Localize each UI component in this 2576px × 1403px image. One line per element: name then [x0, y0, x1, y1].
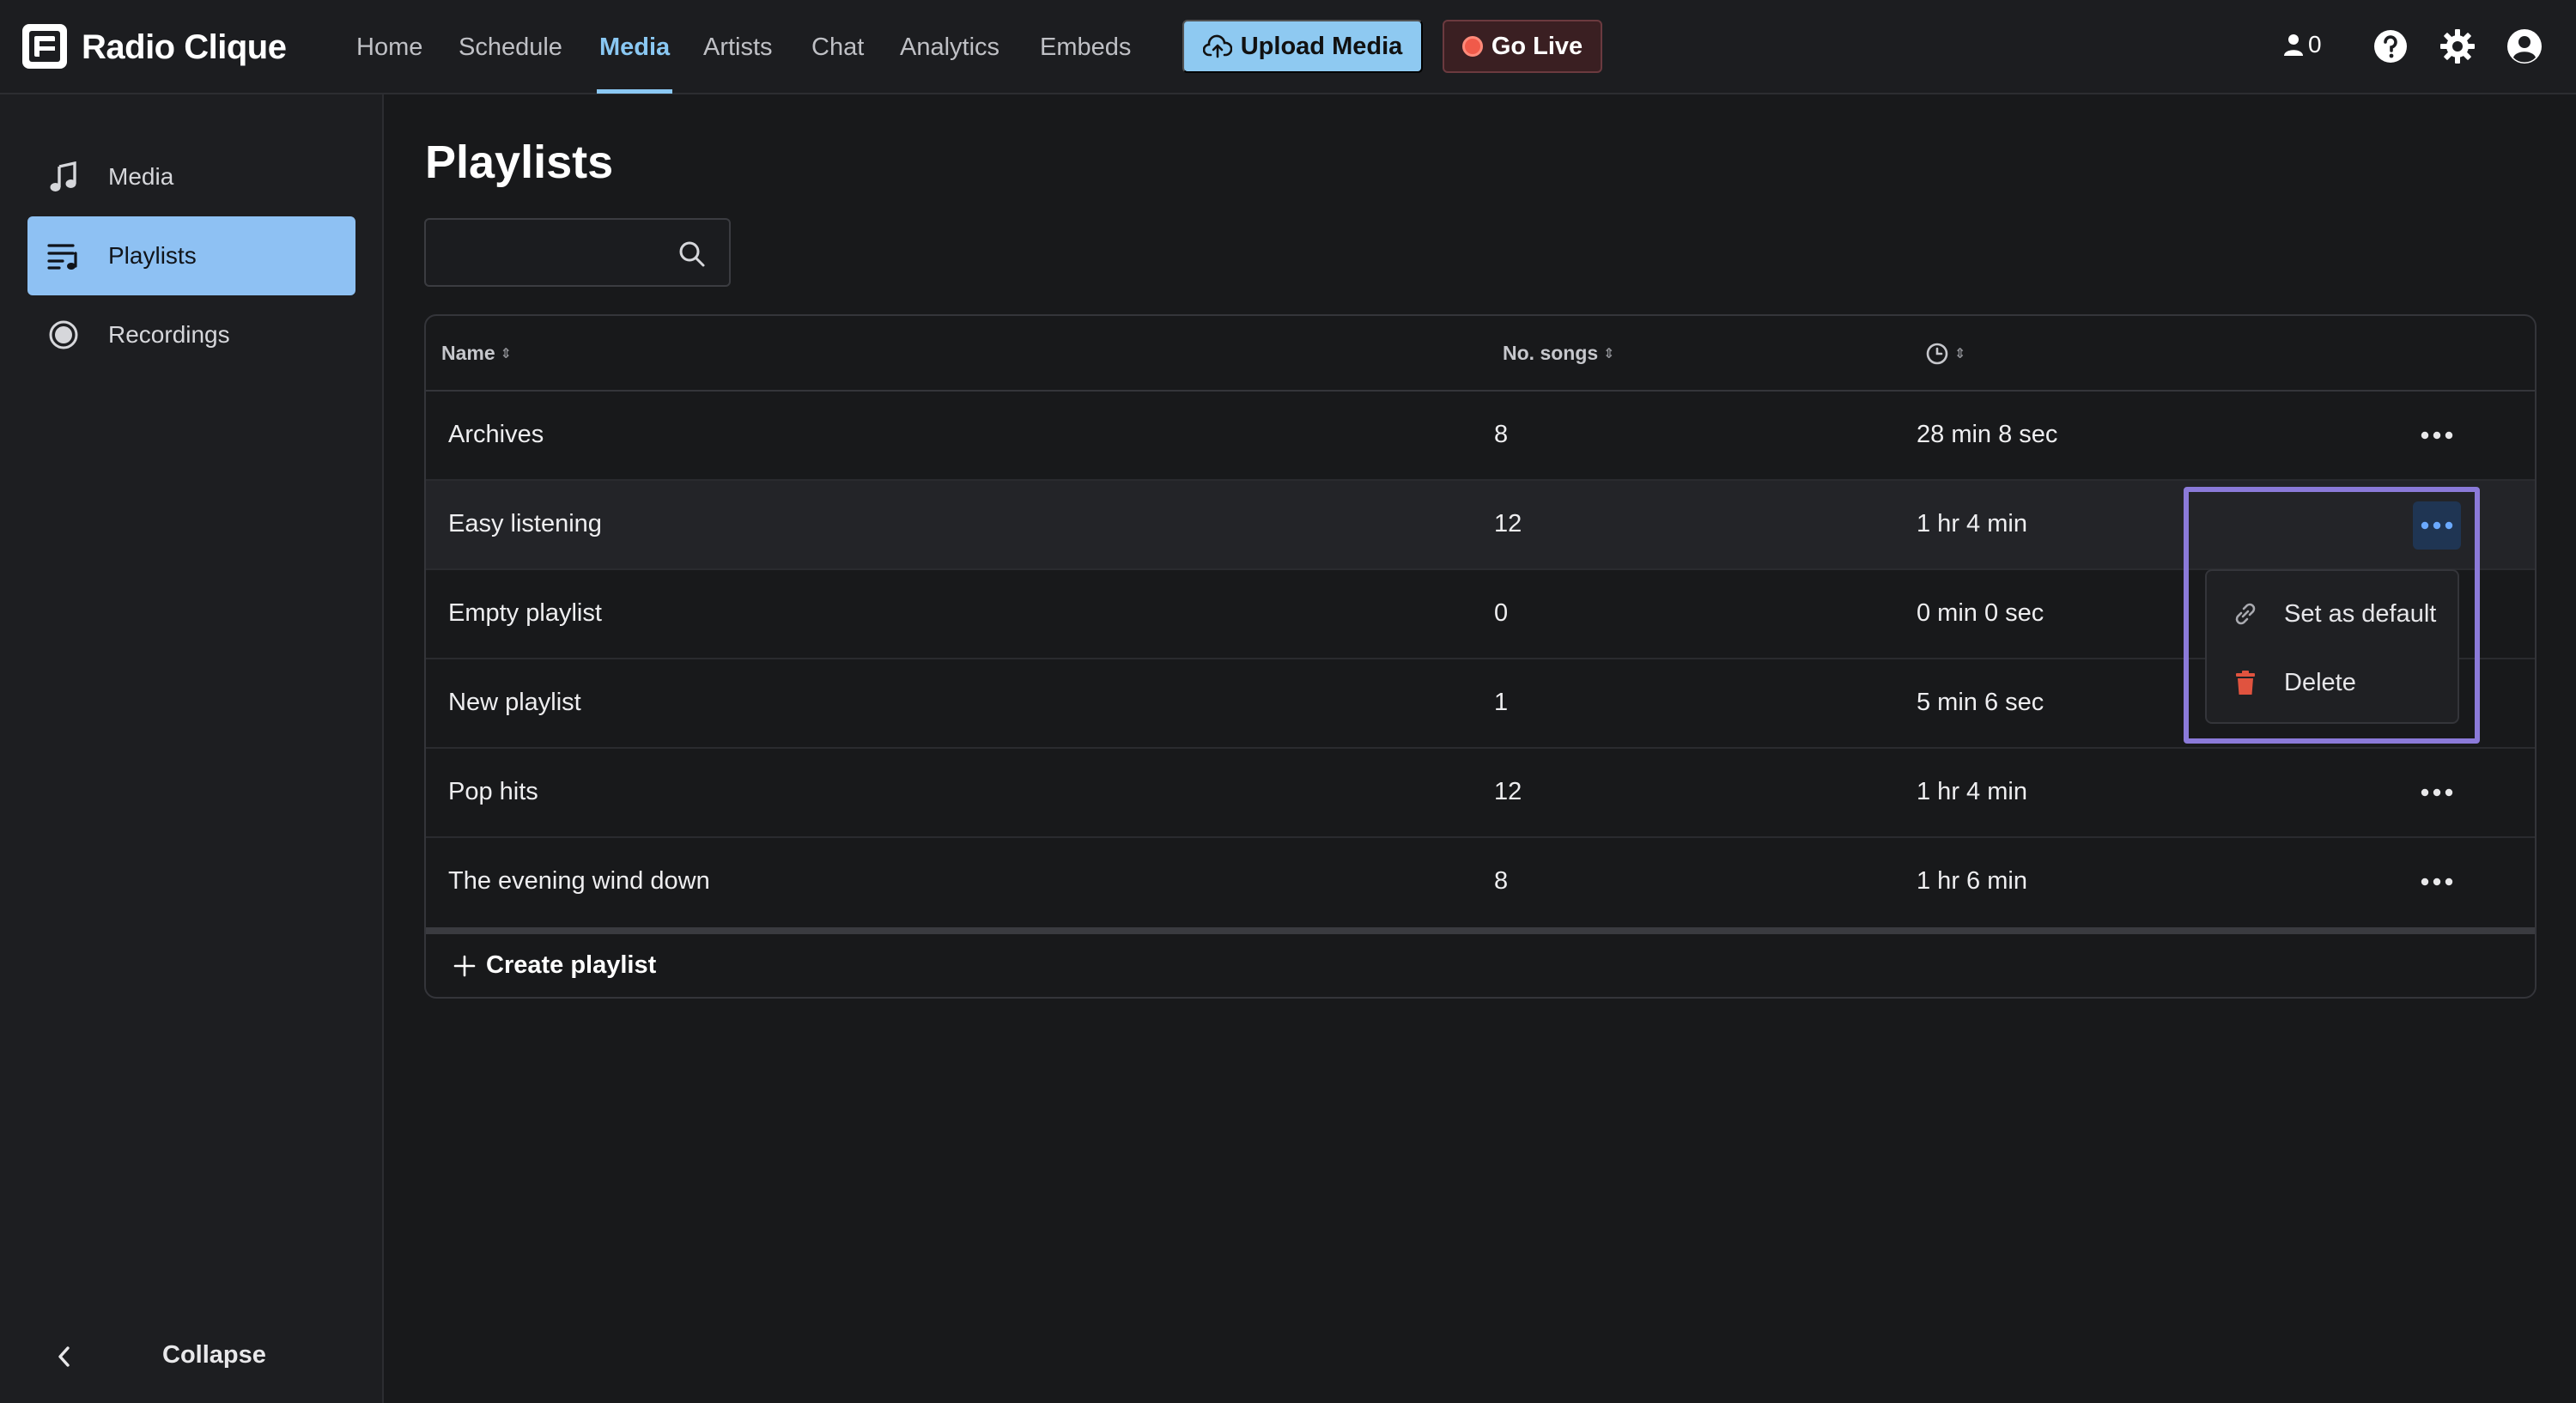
table-header: Name ⇕ No. songs ⇕ ⇕ [426, 316, 2535, 392]
page-title: Playlists [425, 137, 614, 188]
song-count: 8 [1494, 867, 1509, 895]
nav-chat[interactable]: Chat [811, 26, 864, 69]
nav-home[interactable]: Home [356, 26, 422, 69]
playlist-duration: 1 hr 4 min [1917, 778, 2027, 805]
cloud-upload-icon [1202, 34, 1232, 58]
menu-item-label: Set as default [2284, 599, 2437, 628]
sidebar-item-media[interactable]: Media [27, 137, 355, 216]
playlist-name[interactable]: Empty playlist [448, 599, 602, 628]
search-box[interactable] [424, 218, 731, 287]
sidebar-item-label: Recordings [108, 321, 230, 348]
table-footer-divider [426, 927, 2535, 934]
playlist-duration: 0 min 0 sec [1917, 599, 2044, 627]
sidebar-item-label: Playlists [108, 242, 197, 269]
listener-count[interactable]: 0 [2282, 31, 2322, 58]
playlist-name[interactable]: Easy listening [448, 510, 602, 538]
more-options-icon[interactable] [2418, 869, 2456, 895]
create-playlist-button[interactable]: Create playlist [453, 951, 656, 980]
menu-item-label: Delete [2284, 668, 2356, 696]
nav-media[interactable]: Media [599, 26, 670, 69]
row-options-menu: Set as default Delete [2205, 569, 2459, 724]
top-bar: Radio Clique Home Schedule Media Artists… [0, 0, 2576, 94]
music-note-icon [46, 160, 81, 194]
sort-icon: ⇕ [1954, 347, 1966, 361]
playlist-name[interactable]: Pop hits [448, 778, 538, 806]
table-row[interactable]: Archives 8 28 min 8 sec [426, 392, 2535, 481]
column-header-songs[interactable]: No. songs ⇕ [1503, 342, 1615, 365]
app-title[interactable]: Radio Clique [82, 24, 287, 70]
playlist-duration: 5 min 6 sec [1917, 689, 2044, 716]
live-dot-icon [1461, 36, 1483, 57]
song-count: 0 [1494, 599, 1509, 627]
sort-icon: ⇕ [1603, 346, 1615, 361]
radio-clique-logo-icon[interactable] [21, 22, 69, 70]
sidebar-item-recordings[interactable]: Recordings [27, 295, 355, 374]
more-options-icon[interactable] [2418, 422, 2456, 448]
upload-media-label: Upload Media [1240, 32, 1403, 60]
nav-artists[interactable]: Artists [703, 26, 773, 69]
playlist-duration: 1 hr 4 min [1917, 510, 2027, 538]
account-avatar-icon[interactable] [2506, 27, 2543, 65]
person-icon [2284, 34, 2303, 56]
playlist-duration: 1 hr 6 min [1917, 867, 2027, 895]
column-header-duration[interactable]: ⇕ [1925, 342, 1965, 366]
song-count: 8 [1494, 421, 1509, 448]
search-icon[interactable] [678, 240, 706, 268]
playlist-name[interactable]: Archives [448, 421, 544, 449]
table-row[interactable]: Pop hits 12 1 hr 4 min [426, 749, 2535, 838]
clock-icon [1926, 343, 1948, 365]
create-playlist-label: Create playlist [486, 951, 657, 979]
collapse-label: Collapse [162, 1341, 266, 1369]
listener-count-value: 0 [2308, 31, 2322, 58]
song-count: 1 [1494, 689, 1509, 716]
playlist-name[interactable]: New playlist [448, 689, 581, 717]
sidebar-item-label: Media [108, 163, 174, 190]
search-input[interactable] [436, 228, 668, 276]
song-count: 12 [1494, 510, 1522, 538]
trash-icon [2231, 668, 2260, 697]
sort-icon: ⇕ [500, 346, 513, 361]
nav-analytics[interactable]: Analytics [900, 26, 999, 69]
more-options-icon[interactable] [2418, 780, 2456, 805]
record-icon [46, 318, 81, 352]
playlist-duration: 28 min 8 sec [1917, 421, 2058, 448]
column-header-name[interactable]: Name ⇕ [441, 342, 512, 365]
plus-icon [453, 955, 476, 976]
playlist-name[interactable]: The evening wind down [448, 867, 710, 896]
menu-item-set-default[interactable]: Set as default [2207, 580, 2458, 648]
go-live-label: Go Live [1491, 32, 1583, 60]
go-live-button[interactable]: Go Live [1443, 20, 1602, 73]
chevron-left-icon [58, 1346, 70, 1367]
link-icon [2231, 599, 2260, 629]
nav-schedule[interactable]: Schedule [459, 26, 562, 69]
nav-active-indicator [597, 89, 672, 94]
nav-embeds[interactable]: Embeds [1040, 26, 1131, 69]
song-count: 12 [1494, 778, 1522, 805]
sidebar: Media Playlists Recordings Collapse [0, 94, 384, 1403]
help-icon[interactable] [2372, 27, 2409, 65]
menu-item-delete[interactable]: Delete [2207, 648, 2458, 717]
playlist-icon [46, 239, 81, 273]
collapse-button[interactable]: Collapse [0, 1322, 384, 1391]
settings-gear-icon[interactable] [2439, 27, 2476, 65]
upload-media-button[interactable]: Upload Media [1182, 20, 1423, 73]
column-header-label: No. songs [1503, 342, 1599, 364]
sidebar-item-playlists[interactable]: Playlists [27, 216, 355, 295]
column-header-label: Name [441, 342, 495, 364]
table-row[interactable]: The evening wind down 8 1 hr 6 min [426, 838, 2535, 927]
